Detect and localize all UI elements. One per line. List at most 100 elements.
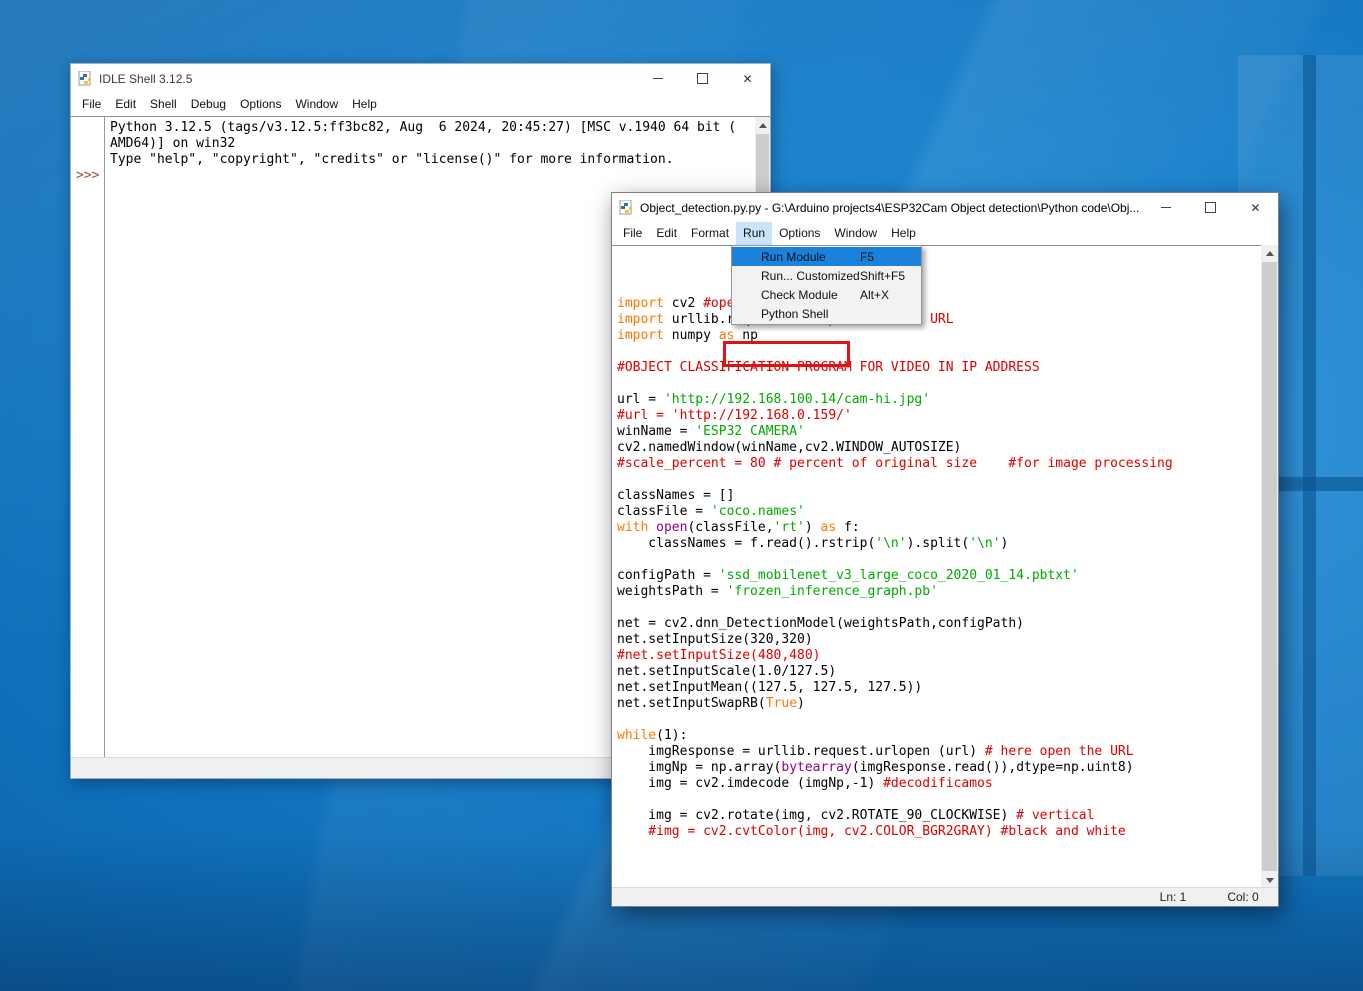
code-line	[617, 856, 1261, 872]
code-line	[617, 552, 1261, 568]
minimize-icon	[1161, 207, 1171, 208]
shell-output-text: Python 3.12.5 (tags/v3.12.5:ff3bc82, Aug…	[110, 120, 754, 168]
run-menu-item-run-module[interactable]: Run Module F5	[732, 247, 921, 266]
code-line: url = 'http://192.168.100.14/cam-hi.jpg'	[617, 392, 1261, 408]
code-line: #OBJECT CLASSIFICATION PROGRAM FOR VIDEO…	[617, 360, 1261, 376]
editor-close-button[interactable]: ✕	[1233, 193, 1278, 222]
menu-item-accelerator: Alt+X	[860, 288, 889, 302]
code-line	[617, 840, 1261, 856]
code-line: net.setInputSize(320,320)	[617, 632, 1261, 648]
shell-prompt-sidebar: >>>	[71, 117, 105, 758]
editor-minimize-button[interactable]	[1143, 193, 1188, 222]
menu-item-accelerator: F5	[860, 250, 874, 264]
code-line: with open(classFile,'rt') as f:	[617, 520, 1261, 536]
run-menu-item-check-module[interactable]: Check Module Alt+X	[732, 285, 921, 304]
editor-window-title: Object_detection.py.py - G:\Arduino proj…	[640, 201, 1139, 215]
shell-output-line: Type "help", "copyright", "credits" or "…	[110, 152, 754, 168]
code-line: net.setInputMean((127.5, 127.5, 127.5))	[617, 680, 1261, 696]
menu-window[interactable]: Window	[288, 93, 345, 116]
code-line: net.setInputScale(1.0/127.5)	[617, 664, 1261, 680]
shell-menubar: FileEditShellDebugOptionsWindowHelp	[71, 93, 770, 116]
code-line: #url = 'http://192.168.0.159/'	[617, 408, 1261, 424]
close-icon: ✕	[1250, 202, 1260, 214]
shell-minimize-button[interactable]	[635, 64, 680, 93]
code-line	[617, 472, 1261, 488]
menu-shell[interactable]: Shell	[143, 93, 184, 116]
menu-run[interactable]: Run	[736, 222, 772, 245]
menu-debug[interactable]: Debug	[184, 93, 233, 116]
python-file-icon	[78, 71, 93, 86]
code-line: classFile = 'coco.names'	[617, 504, 1261, 520]
maximize-icon	[697, 73, 708, 84]
code-line: #img = cv2.cvtColor(img, cv2.COLOR_BGR2G…	[617, 824, 1261, 840]
editor-menubar: FileEditFormatRunOptionsWindowHelp	[612, 222, 1278, 245]
menu-help[interactable]: Help	[345, 93, 384, 116]
menu-format[interactable]: Format	[684, 222, 736, 245]
menu-item-label: Check Module	[761, 288, 838, 302]
code-line: cv2.namedWindow(winName,cv2.WINDOW_AUTOS…	[617, 440, 1261, 456]
shell-window-title: IDLE Shell 3.12.5	[99, 72, 192, 86]
code-line: classNames = []	[617, 488, 1261, 504]
run-menu-item-run-customized[interactable]: Run... CustomizedShift+F5	[732, 266, 921, 285]
close-icon: ✕	[742, 73, 752, 85]
shell-output-line: AMD64)] on win32	[110, 136, 754, 152]
code-line: weightsPath = 'frozen_inference_graph.pb…	[617, 584, 1261, 600]
menu-file[interactable]: File	[616, 222, 649, 245]
menu-item-label: Run Module	[761, 250, 826, 264]
editor-scrollbar-thumb[interactable]	[1262, 262, 1277, 871]
editor-titlebar[interactable]: Object_detection.py.py - G:\Arduino proj…	[612, 193, 1278, 222]
code-line: import numpy as np	[617, 328, 1261, 344]
menu-options[interactable]: Options	[233, 93, 288, 116]
menu-file[interactable]: File	[75, 93, 108, 116]
scroll-up-icon[interactable]	[1261, 245, 1278, 261]
code-line: classNames = f.read().rstrip('\n').split…	[617, 536, 1261, 552]
code-line: while(1):	[617, 728, 1261, 744]
menu-item-accelerator: Shift+F5	[860, 269, 905, 283]
code-line: winName = 'ESP32 CAMERA'	[617, 424, 1261, 440]
editor-scrollbar[interactable]	[1261, 245, 1278, 888]
code-line	[617, 792, 1261, 808]
menu-item-label: Run... Customized	[761, 269, 860, 283]
shell-close-button[interactable]: ✕	[725, 64, 770, 93]
code-line: #scale_percent = 80 # percent of origina…	[617, 456, 1261, 472]
python-file-icon	[619, 200, 634, 215]
code-line	[617, 872, 1261, 888]
line-indicator: Ln: 1	[1138, 890, 1208, 904]
run-dropdown-menu: Run ModuleF5Run... CustomizedShift+F5Che…	[731, 245, 922, 325]
menu-edit[interactable]: Edit	[108, 93, 143, 116]
code-editor-text-area[interactable]: import cv2 #opencv libraryimport urllib.…	[612, 245, 1261, 888]
editor-window: Object_detection.py.py - G:\Arduino proj…	[611, 192, 1279, 907]
scroll-down-icon[interactable]	[1261, 872, 1278, 888]
code-line: imgResponse = urllib.request.urlopen (ur…	[617, 744, 1261, 760]
menu-window[interactable]: Window	[827, 222, 884, 245]
shell-titlebar[interactable]: IDLE Shell 3.12.5 ✕	[71, 64, 770, 93]
code-line: img = cv2.rotate(img, cv2.ROTATE_90_CLOC…	[617, 808, 1261, 824]
code-line: imgNp = np.array(bytearray(imgResponse.r…	[617, 760, 1261, 776]
menu-edit[interactable]: Edit	[649, 222, 684, 245]
menu-options[interactable]: Options	[772, 222, 827, 245]
code-line	[617, 712, 1261, 728]
code-line	[617, 600, 1261, 616]
code-line	[617, 376, 1261, 392]
minimize-icon	[653, 78, 663, 79]
editor-statusbar: Ln: 1 Col: 0	[612, 887, 1278, 906]
code-line: #net.setInputSize(480,480)	[617, 648, 1261, 664]
maximize-icon	[1205, 202, 1216, 213]
code-line: img = cv2.imdecode (imgNp,-1) #decodific…	[617, 776, 1261, 792]
code-line: import urllib.request #to open and read …	[617, 312, 1261, 328]
shell-output-line: Python 3.12.5 (tags/v3.12.5:ff3bc82, Aug…	[110, 120, 754, 136]
run-menu-item-python-shell[interactable]: Python Shell	[732, 304, 921, 323]
code-line: import cv2 #opencv library	[617, 296, 1261, 312]
shell-prompt: >>>	[76, 168, 99, 183]
column-indicator: Col: 0	[1208, 890, 1278, 904]
code-line: net = cv2.dnn_DetectionModel(weightsPath…	[617, 616, 1261, 632]
ip-address-highlight-box	[723, 341, 850, 367]
menu-item-label: Python Shell	[761, 307, 828, 321]
code-line: net.setInputSwapRB(True)	[617, 696, 1261, 712]
code-line	[617, 344, 1261, 360]
editor-maximize-button[interactable]	[1188, 193, 1233, 222]
shell-maximize-button[interactable]	[680, 64, 725, 93]
menu-help[interactable]: Help	[884, 222, 923, 245]
scroll-up-icon[interactable]	[755, 117, 770, 133]
code-line: configPath = 'ssd_mobilenet_v3_large_coc…	[617, 568, 1261, 584]
